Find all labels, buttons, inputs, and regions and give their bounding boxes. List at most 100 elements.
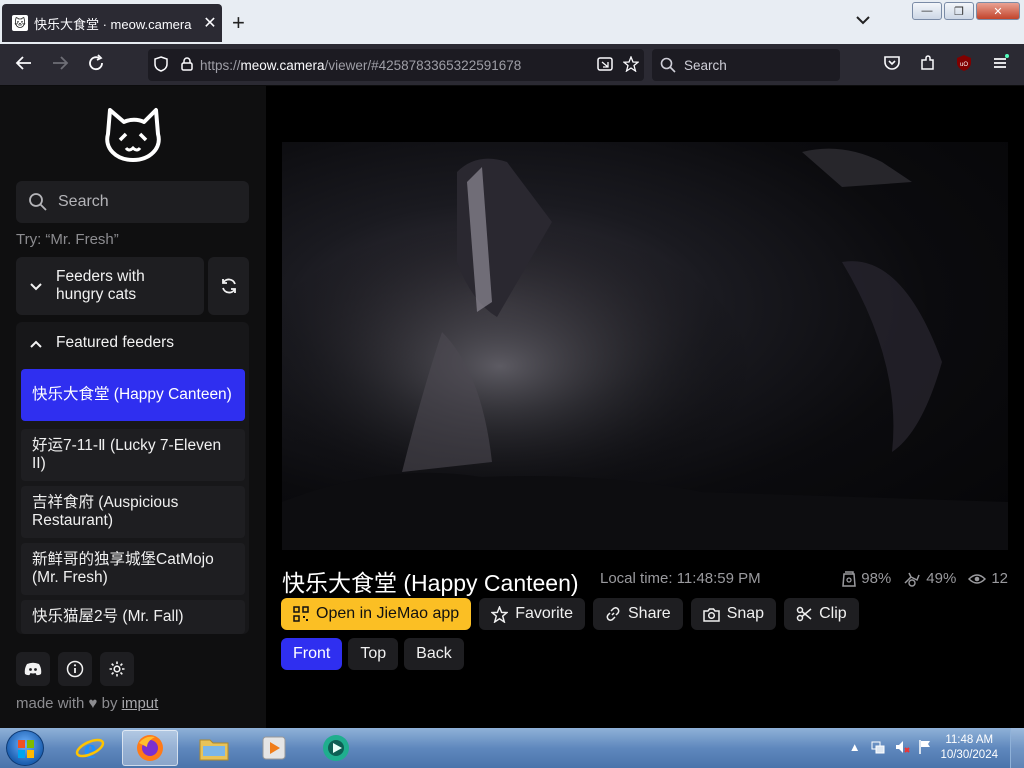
food-level-stat: 98% [842, 570, 891, 587]
system-clock[interactable]: 11:48 AM 10/30/2024 [940, 733, 998, 763]
pocket-button[interactable] [880, 54, 904, 77]
taskbar-media-player[interactable] [246, 730, 302, 766]
info-button[interactable] [58, 652, 92, 686]
cat-paw-icon [904, 572, 920, 587]
minimize-window-button[interactable]: — [912, 2, 942, 20]
food-level-value: 98% [861, 570, 892, 587]
eye-icon [968, 573, 987, 584]
camera-video-feed[interactable] [282, 142, 1008, 550]
firefox-icon [137, 735, 163, 761]
back-button[interactable] [12, 54, 36, 77]
camera-actions: Open in JieMao app Favorite Share Snap C… [281, 598, 859, 630]
snap-label: Snap [726, 605, 765, 622]
network-icon[interactable] [870, 739, 886, 758]
camera-view-switcher: Front Top Back [281, 638, 464, 670]
clip-label: Clip [819, 605, 847, 622]
green-media-app-icon [323, 735, 349, 761]
close-tab-icon[interactable]: ✕ [198, 13, 222, 33]
meow-camera-logo[interactable] [100, 104, 166, 166]
featured-feeders-label: Featured feeders [56, 334, 175, 351]
feeder-item-happy-canteen[interactable]: 快乐大食堂 (Happy Canteen) [21, 369, 245, 421]
qr-code-icon [293, 606, 309, 622]
favorite-button[interactable]: Favorite [479, 598, 585, 630]
chevron-down-icon [856, 16, 870, 25]
author-link[interactable]: imput [122, 695, 159, 712]
taskbar-app-green[interactable] [308, 730, 364, 766]
cat-favicon-icon: 🐱 [12, 15, 28, 31]
sidebar: Search Try: “Mr. Fresh” Feeders with hun… [0, 86, 266, 728]
info-icon [66, 660, 84, 678]
taskbar-file-explorer[interactable] [186, 730, 242, 766]
camera-stats: 98% 49% 12 [842, 570, 1008, 587]
open-in-app-button[interactable]: Open in JieMao app [281, 598, 472, 630]
feeder-item-auspicious-restaurant[interactable]: 吉祥食府 (Auspicious Restaurant) [21, 486, 245, 538]
url-path: /viewer/#4258783365322591678 [324, 57, 522, 73]
close-window-button[interactable]: ✕ [976, 2, 1020, 20]
ublock-icon: uO [957, 55, 971, 71]
link-icon [606, 607, 620, 621]
browser-search-field[interactable]: Search [652, 49, 840, 81]
viewers-stat: 12 [968, 570, 1008, 587]
feeder-search-input[interactable]: Search [16, 181, 249, 223]
tab-title: 快乐大食堂 · meow.camera [34, 16, 192, 32]
settings-button[interactable] [100, 652, 134, 686]
shield-icon[interactable] [148, 55, 174, 75]
extensions-button[interactable] [916, 54, 940, 77]
forward-button[interactable] [48, 54, 72, 77]
camera-frame-image [282, 142, 1008, 550]
feeder-item-mr-fall[interactable]: 快乐猫屋2号 (Mr. Fall) [21, 600, 245, 634]
search-icon [660, 57, 676, 73]
arrow-left-icon [15, 56, 31, 70]
list-all-tabs-button[interactable] [856, 12, 870, 28]
featured-feeders-toggle[interactable]: Featured feeders [16, 322, 249, 364]
volume-muted-icon[interactable] [894, 739, 911, 758]
hungry-cats-group-toggle[interactable]: Feeders with hungry cats [16, 257, 204, 315]
address-bar[interactable]: https://meow.camera/viewer/#425878336532… [148, 49, 644, 81]
reload-button[interactable] [84, 54, 108, 77]
view-top-button[interactable]: Top [348, 638, 399, 670]
new-tab-button[interactable]: + [232, 10, 245, 36]
view-back-button[interactable]: Back [404, 638, 464, 670]
local-time: Local time: 11:48:59 PM [600, 570, 761, 587]
feeder-item-lucky-7-eleven[interactable]: 好运7-11-Ⅱ (Lucky 7-Eleven II) [21, 429, 245, 481]
ublock-extension-button[interactable]: uO [952, 54, 976, 77]
battery-stat: 49% [903, 570, 956, 587]
refresh-button[interactable] [208, 257, 249, 315]
viewers-count: 12 [991, 570, 1008, 587]
search-hint: Try: “Mr. Fresh” [16, 231, 119, 248]
start-button[interactable] [6, 730, 44, 766]
reader-view-icon[interactable] [592, 56, 618, 74]
share-label: Share [628, 605, 671, 622]
lock-icon[interactable] [174, 56, 200, 74]
star-icon [491, 605, 509, 623]
url-text: https://meow.camera/viewer/#425878336532… [200, 58, 592, 73]
by-text: by [101, 695, 118, 712]
feeder-item-label: 快乐大食堂 (Happy Canteen) [32, 386, 232, 403]
feeder-item-label: 好运7-11-Ⅱ (Lucky 7-Eleven II) [32, 437, 222, 472]
view-front-button[interactable]: Front [281, 638, 343, 670]
chevron-up-icon [16, 336, 56, 351]
restore-window-button[interactable]: ❐ [944, 2, 974, 20]
clip-button[interactable]: Clip [784, 598, 859, 630]
search-icon [29, 193, 47, 211]
browser-tab-active[interactable]: 🐱 快乐大食堂 · meow.camera ✕ [2, 4, 222, 42]
screen: { "browser": { "tab_title": "快乐大食堂 · meo… [0, 0, 1024, 768]
feeder-item-label: 吉祥食府 (Auspicious Restaurant) [32, 494, 179, 529]
action-center-flag-icon[interactable] [918, 739, 932, 758]
reload-icon [89, 54, 103, 71]
feeder-item-mr-fresh[interactable]: 新鲜哥的独享城堡CatMojo (Mr. Fresh) [21, 543, 245, 595]
feeder-item-label: 快乐猫屋2号 (Mr. Fall) [32, 608, 184, 625]
media-player-icon [262, 736, 286, 760]
feeder-search-placeholder: Search [58, 193, 109, 210]
share-button[interactable]: Share [593, 598, 683, 630]
bookmark-star-icon[interactable] [618, 54, 644, 75]
app-menu-button[interactable] [988, 54, 1012, 77]
show-desktop-button[interactable] [1010, 728, 1024, 768]
clock-date: 10/30/2024 [940, 749, 998, 761]
system-tray: ▲ 11:48 AM 10/30/2024 [849, 728, 1024, 768]
tray-overflow-icon[interactable]: ▲ [849, 742, 860, 754]
taskbar-internet-explorer[interactable]: e [62, 730, 118, 766]
taskbar-firefox[interactable] [122, 730, 178, 766]
snap-button[interactable]: Snap [690, 598, 777, 630]
discord-button[interactable] [16, 652, 50, 686]
